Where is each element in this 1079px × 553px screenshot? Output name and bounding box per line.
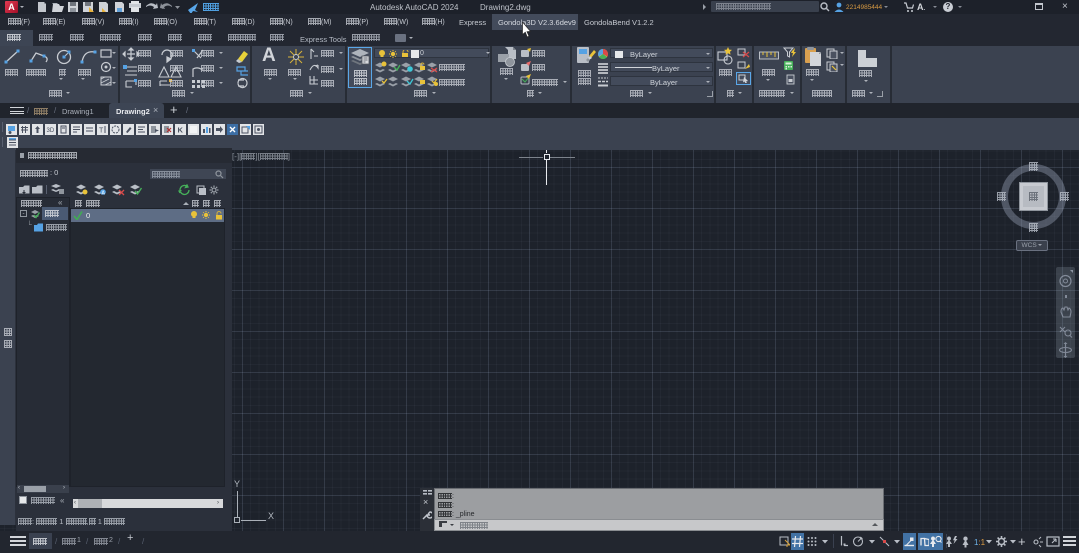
svg-text:K: K (178, 126, 184, 135)
svg-text:3D: 3D (47, 128, 55, 134)
svg-text:T: T (99, 128, 104, 135)
